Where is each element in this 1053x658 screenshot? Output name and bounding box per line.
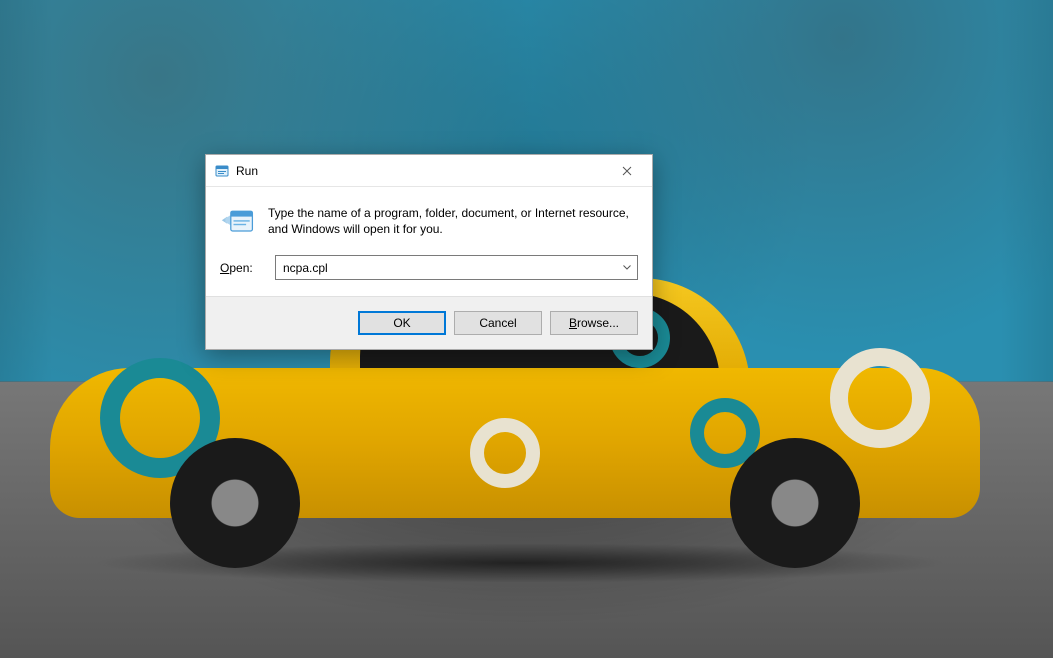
browse-button[interactable]: Browse...	[550, 311, 638, 335]
close-icon	[622, 166, 632, 176]
open-input[interactable]	[275, 255, 638, 280]
run-dialog: Run Type the name of a program, folder, …	[205, 154, 653, 350]
dialog-footer: OK Cancel Browse...	[206, 296, 652, 349]
open-combobox[interactable]	[275, 255, 638, 280]
dialog-description: Type the name of a program, folder, docu…	[268, 205, 638, 237]
titlebar[interactable]: Run	[206, 155, 652, 187]
chevron-down-icon	[623, 265, 631, 270]
ok-button[interactable]: OK	[358, 311, 446, 335]
run-icon	[214, 163, 230, 179]
cancel-button[interactable]: Cancel	[454, 311, 542, 335]
dropdown-arrow[interactable]	[617, 256, 637, 279]
dialog-title: Run	[236, 164, 604, 178]
dialog-body: Type the name of a program, folder, docu…	[206, 187, 652, 296]
close-button[interactable]	[604, 156, 650, 186]
open-label: Open:	[220, 261, 265, 275]
run-large-icon	[220, 205, 256, 237]
